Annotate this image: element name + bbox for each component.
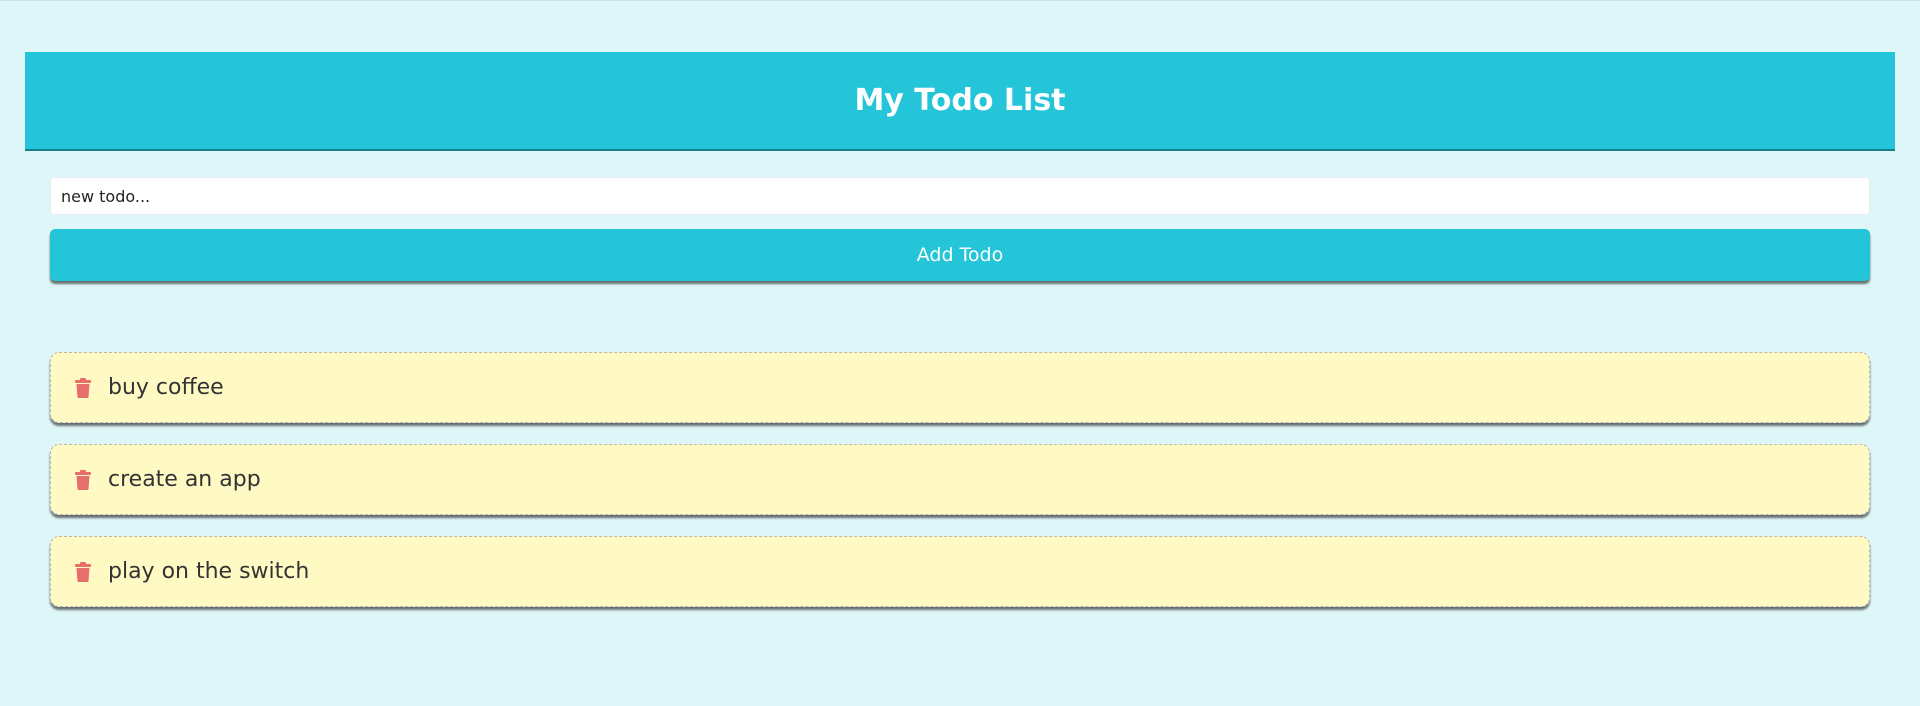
todo-text: create an app	[108, 467, 261, 492]
app-page: My Todo List Add Todo buy coffee	[0, 0, 1920, 706]
todo-list: buy coffee create an app play on the swi…	[50, 352, 1870, 628]
todo-item: create an app	[50, 444, 1870, 515]
todo-text: play on the switch	[108, 559, 310, 584]
page-title: My Todo List	[854, 83, 1066, 118]
todo-text: buy coffee	[108, 375, 224, 400]
app-header: My Todo List	[25, 52, 1895, 151]
new-todo-input[interactable]	[50, 177, 1870, 215]
add-todo-button[interactable]: Add Todo	[50, 229, 1870, 281]
trash-icon[interactable]	[75, 377, 91, 398]
trash-icon[interactable]	[75, 561, 91, 582]
trash-icon[interactable]	[75, 469, 91, 490]
todo-item: play on the switch	[50, 536, 1870, 607]
todo-item: buy coffee	[50, 352, 1870, 423]
